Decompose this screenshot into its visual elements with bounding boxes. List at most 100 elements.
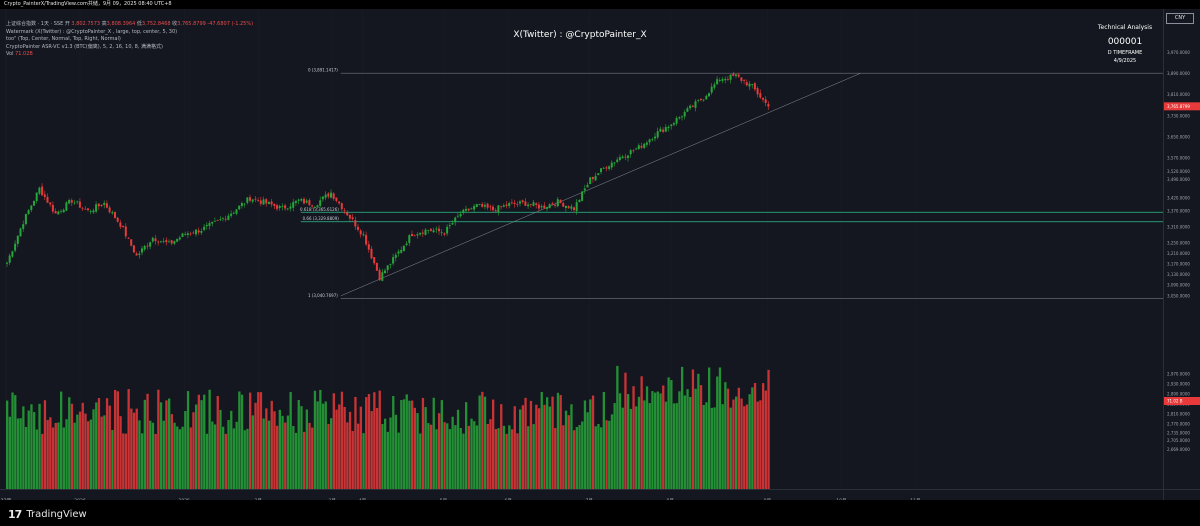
volume-bar — [532, 424, 535, 489]
volume-bar — [257, 392, 260, 489]
volume-bar — [683, 395, 686, 489]
candle — [510, 202, 513, 204]
candle — [659, 128, 662, 132]
tradingview-logo[interactable]: 17 TradingView — [8, 508, 87, 521]
candle — [203, 226, 206, 230]
candle — [519, 201, 521, 204]
candle — [556, 199, 559, 207]
volume-bar — [151, 422, 155, 489]
legend-vol-value: 71.02B — [15, 51, 33, 57]
volume-bar — [402, 399, 406, 489]
currency-button[interactable]: CNY — [1166, 13, 1194, 24]
candle — [243, 203, 246, 205]
candle — [505, 204, 508, 207]
main-chart-pane[interactable]: 0 (3,891.1417) 0.618 (3,365.6126) 0.66 (3,… — [0, 9, 1163, 489]
volume-bar — [586, 412, 589, 489]
legend-watermark-indicator[interactable]: Watermark (X(Twitter) : @CryptoPainter_X… — [6, 29, 253, 37]
candle — [540, 206, 543, 208]
legend-asr-indicator[interactable]: CryptoPainter ASR-VC v1.3 (BTC(偏离), 5, 2… — [6, 44, 253, 52]
price-tick-label: 3,250.0000 — [1167, 240, 1190, 245]
candle — [694, 101, 697, 108]
trend-line[interactable] — [340, 73, 861, 297]
candle — [297, 199, 300, 201]
volume-bar — [483, 396, 487, 489]
candle — [419, 232, 422, 235]
candle — [421, 232, 424, 234]
candle — [249, 197, 251, 201]
volume-bar — [84, 413, 87, 489]
candle — [305, 200, 308, 203]
candle — [451, 223, 454, 225]
volume-bar — [640, 376, 643, 489]
candle — [365, 234, 368, 245]
volume-bar — [540, 391, 543, 489]
volume-bar — [208, 389, 211, 489]
candle — [521, 200, 524, 203]
candle — [713, 84, 716, 88]
legend-label-indicator[interactable]: too" (Top, Center, Normal, Top, Right, N… — [6, 36, 253, 44]
volume-bar — [702, 404, 705, 489]
volume-bar — [254, 402, 257, 489]
volume-bar — [343, 406, 346, 489]
candle — [176, 238, 179, 242]
volume-bar — [375, 408, 379, 489]
price-tick-label: 3,370.0000 — [1167, 209, 1190, 214]
candle — [400, 249, 403, 253]
legend-symbol-line[interactable]: 上证综合指数 · 1天 · SSE 开 3,802.7573 高3,808.39… — [6, 21, 253, 29]
volume-bar — [386, 431, 389, 489]
price-tick-label: 2,669.0000 — [1167, 447, 1190, 452]
candle — [16, 235, 19, 244]
candle — [748, 83, 751, 87]
fib-retracement[interactable]: 0 (3,891.1417) 0.618 (3,365.6126) 0.66 (3,… — [300, 68, 1163, 299]
candle — [473, 205, 476, 210]
volume-bar — [429, 424, 433, 489]
candle — [232, 212, 235, 214]
volume-bar — [419, 433, 422, 489]
volume-bar — [448, 429, 452, 489]
volume-bar — [475, 425, 479, 489]
legend-volume[interactable]: Vol 71.02B — [6, 51, 253, 59]
volume-bar — [672, 403, 676, 489]
candle — [729, 74, 732, 80]
price-tick-label: 3,050.0000 — [1167, 293, 1190, 298]
time-axis[interactable]: 12月20252月3月4月5月6月7月8月9月10月11月12月2026 — [0, 489, 1163, 504]
candle — [432, 230, 435, 233]
volume-bar — [68, 397, 71, 489]
volume-bar — [486, 423, 489, 489]
price-tick-label: 3,490.0000 — [1167, 177, 1190, 182]
volume-bar — [637, 396, 641, 489]
volume-bar — [243, 430, 246, 489]
candle — [95, 204, 98, 212]
volume-bar — [300, 406, 303, 489]
price-tick-label: 3,890.0000 — [1167, 71, 1190, 76]
volume-bar — [570, 404, 573, 489]
volume-bar — [170, 414, 173, 489]
volume-bar — [740, 398, 743, 489]
volume-bar — [432, 397, 435, 489]
candle — [670, 124, 673, 127]
candle — [497, 205, 500, 213]
volume-bar — [635, 406, 638, 489]
volume-bar — [154, 433, 157, 489]
candle — [230, 213, 233, 216]
candle — [330, 192, 332, 198]
candle — [559, 199, 562, 203]
volume-bar — [516, 433, 519, 489]
volume-bar — [89, 419, 92, 489]
volume-bar — [413, 407, 416, 489]
volume-bar — [211, 421, 214, 489]
candle — [38, 187, 41, 194]
volume-bar — [181, 426, 184, 489]
candle — [284, 205, 287, 209]
volume-bar — [462, 433, 465, 489]
volume-bar — [632, 386, 635, 489]
candle — [348, 214, 351, 219]
candle — [375, 262, 378, 271]
candle — [357, 226, 359, 230]
volume-bar — [600, 427, 603, 489]
candle — [43, 194, 46, 198]
price-scale[interactable]: 3,970.0000 3,890.0000 3,810.0000 3,730.0000… — [1163, 9, 1200, 489]
candle — [313, 206, 316, 208]
candlestick-chart[interactable]: 0 (3,891.1417) 0.618 (3,365.6126) 0.66 (3,… — [0, 9, 1163, 489]
volume-bar — [57, 422, 60, 489]
